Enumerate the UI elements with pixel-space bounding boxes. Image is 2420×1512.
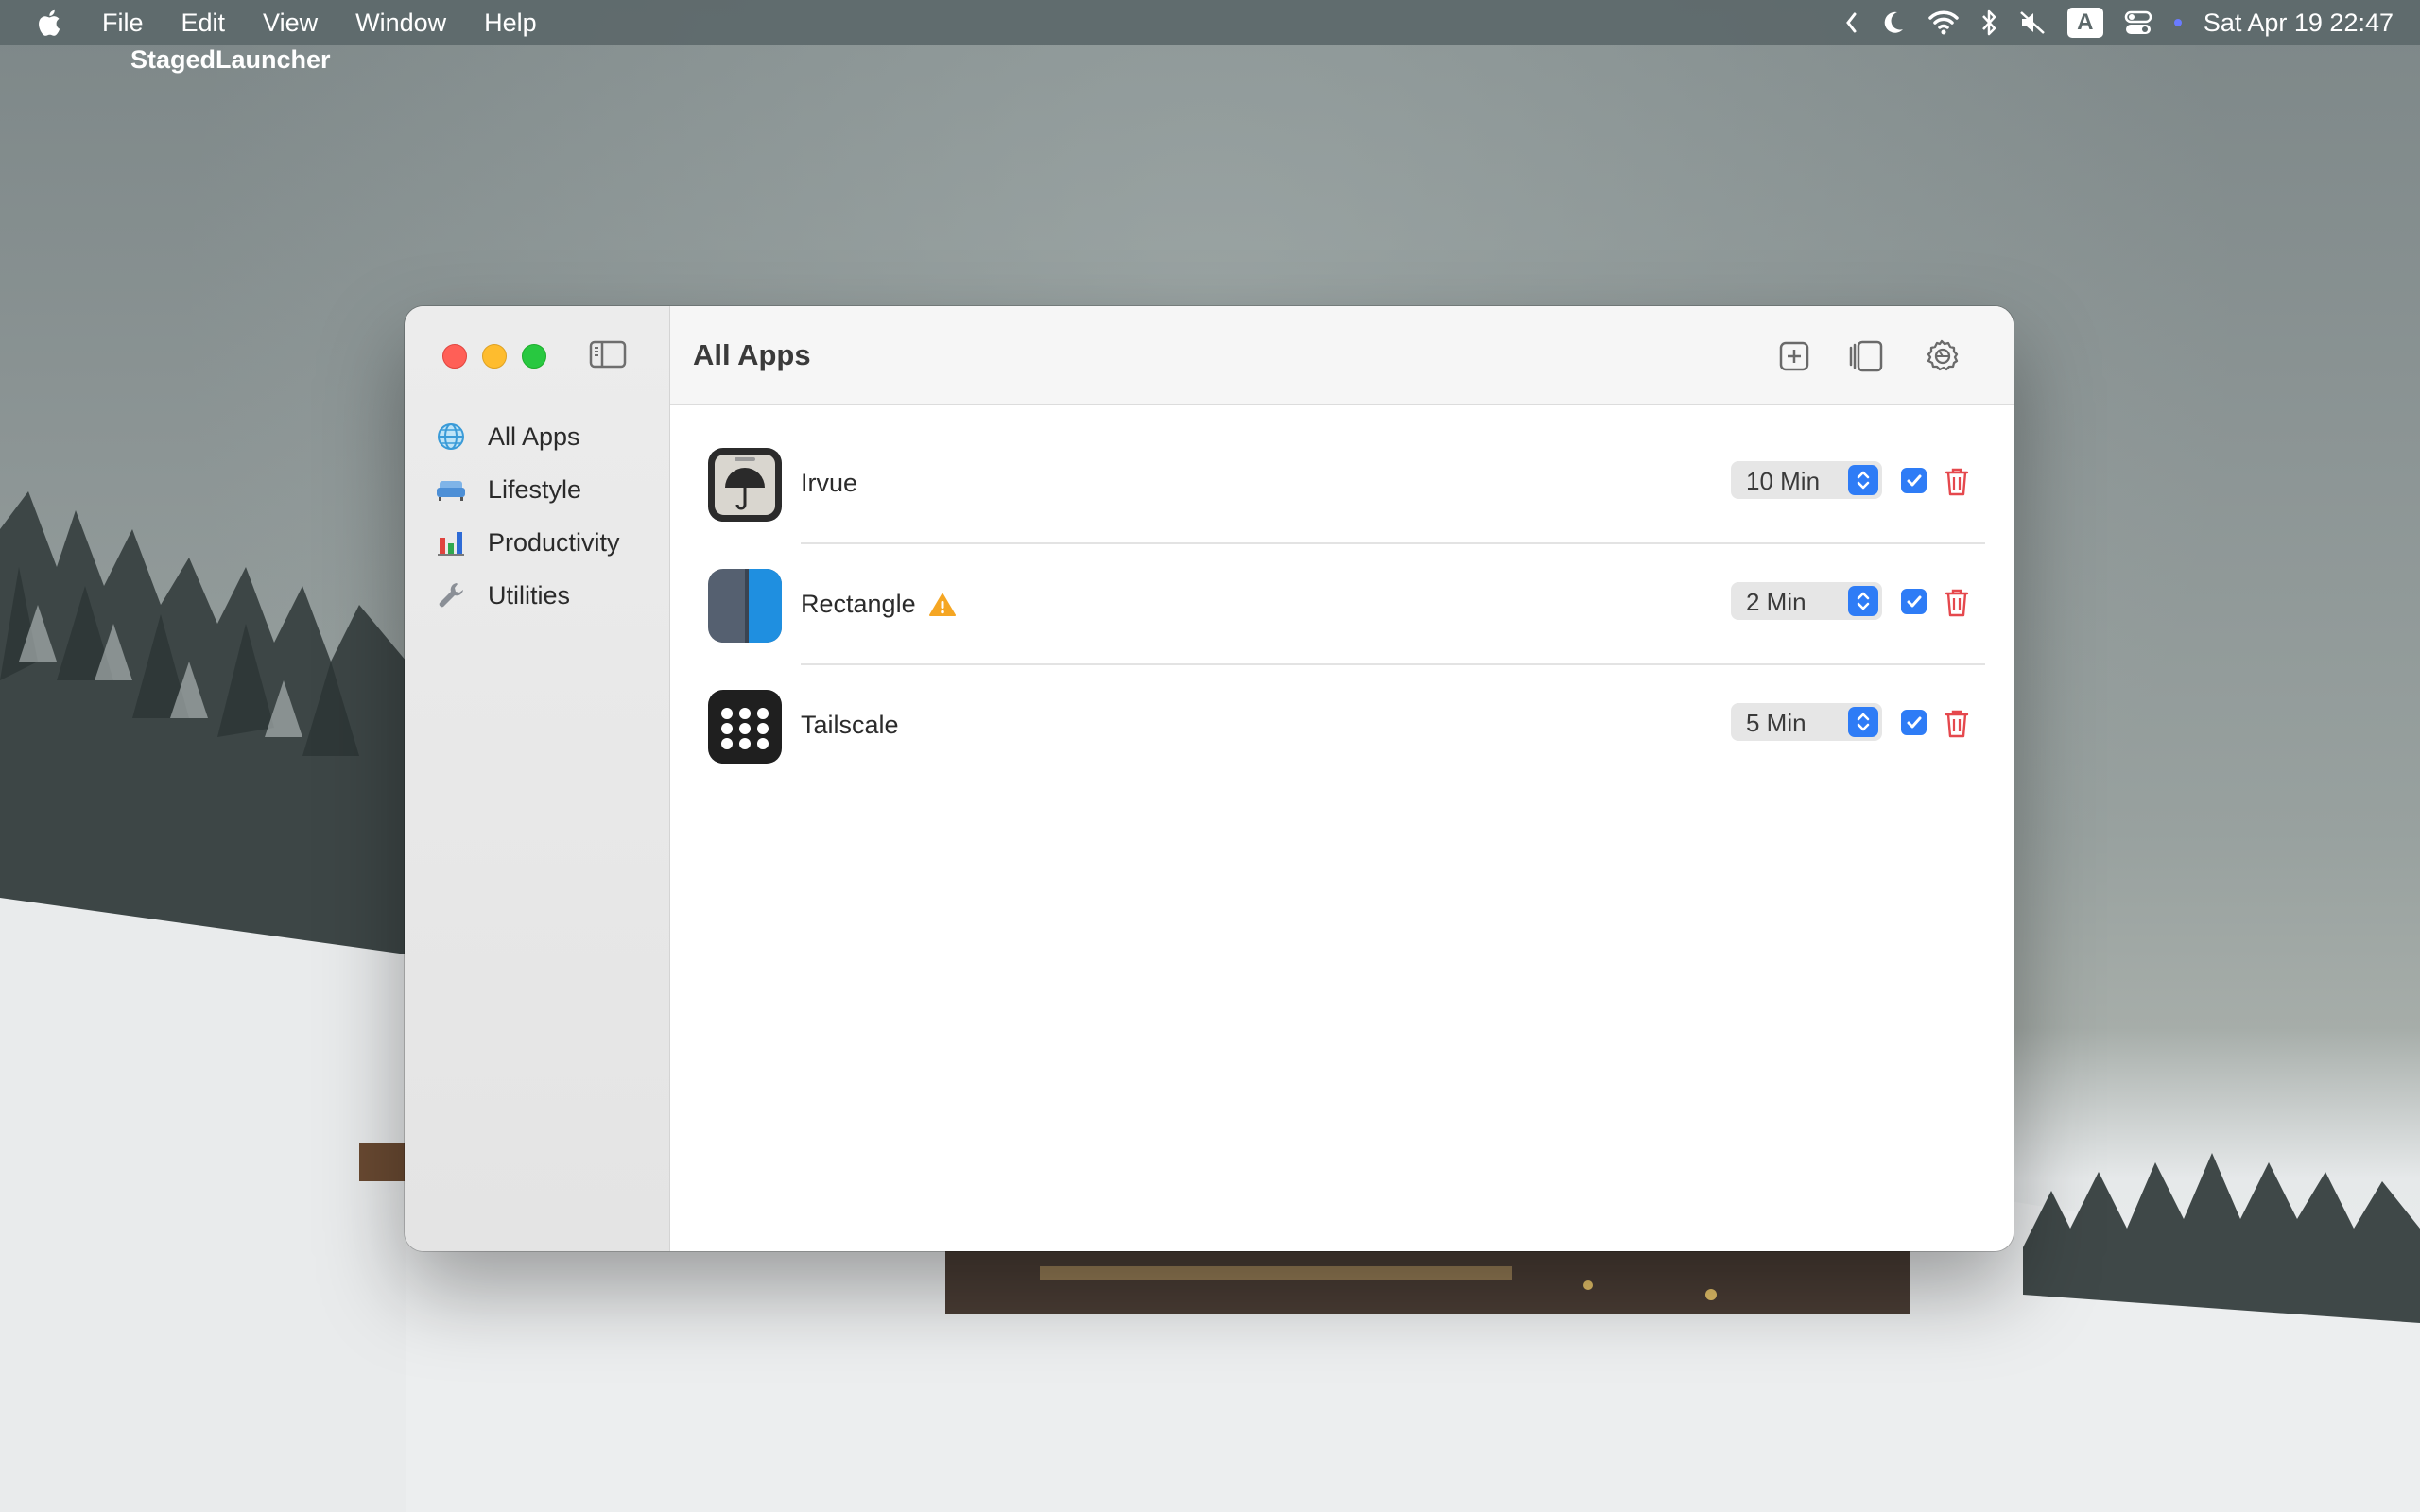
enabled-checkbox[interactable]	[1901, 468, 1927, 493]
sidebar-item-utilities[interactable]: Utilities	[405, 569, 669, 622]
sidebar-nav: All Apps Lifestyle Productivity Utilitie…	[405, 410, 669, 622]
app-name-text: Irvue	[801, 469, 858, 497]
minimize-window-button[interactable]	[482, 344, 507, 369]
app-name: Tailscale	[801, 711, 899, 740]
chevron-up-down-icon[interactable]	[1848, 586, 1878, 616]
moon-icon[interactable]	[1878, 9, 1907, 37]
window-controls	[442, 344, 546, 369]
delay-value: 10 Min	[1746, 467, 1821, 495]
menu-help[interactable]: Help	[484, 9, 537, 38]
speaker-muted-icon[interactable]	[2018, 9, 2047, 36]
wifi-icon[interactable]	[1927, 9, 1960, 36]
menu-file[interactable]: File	[102, 9, 144, 38]
app-name-text: Rectangle	[801, 590, 916, 618]
input-source-badge[interactable]: A	[2066, 8, 2103, 38]
globe-icon	[435, 421, 467, 453]
main-content: All Apps Irvue 10 Min Rectangle 2 Min Ta…	[670, 306, 2014, 1251]
checkmark-icon	[1907, 595, 1921, 607]
app-row-irvue[interactable]: Irvue 10 Min	[670, 423, 2014, 544]
zoom-window-button[interactable]	[522, 344, 546, 369]
app-row-rectangle[interactable]: Rectangle 2 Min	[670, 544, 2014, 665]
sidebar-toggle-icon[interactable]	[588, 338, 628, 370]
app-name-text: Tailscale	[801, 711, 899, 739]
app-row-tailscale[interactable]: Tailscale 5 Min	[670, 665, 2014, 786]
bar-chart-icon	[435, 526, 467, 558]
control-center-icon[interactable]	[2124, 9, 2152, 36]
sidebar-right-icon	[1849, 340, 1883, 372]
menu-view[interactable]: View	[263, 9, 318, 38]
rectangle-app-icon	[708, 569, 782, 643]
menu-bar: StagedLauncher File Edit View Window Hel…	[0, 0, 2420, 74]
trash-icon[interactable]	[1943, 465, 1971, 497]
trash-icon[interactable]	[1943, 707, 1971, 739]
settings-gear-icon	[1927, 339, 1959, 371]
warning-icon[interactable]	[928, 593, 956, 617]
irvue-app-icon	[708, 448, 782, 522]
toggle-inspector-button[interactable]	[1847, 336, 1887, 376]
sidebar-item-all-apps[interactable]: All Apps	[405, 410, 669, 463]
page-title: All Apps	[693, 338, 811, 371]
chevron-left-icon[interactable]	[1844, 11, 1858, 34]
checkmark-icon	[1907, 716, 1921, 728]
add-icon	[1779, 341, 1809, 371]
trash-icon[interactable]	[1943, 586, 1971, 618]
toolbar: All Apps	[670, 306, 2014, 405]
menubar-clock[interactable]: Sat Apr 19 22:47	[2204, 9, 2394, 38]
apple-logo-icon[interactable]	[38, 8, 64, 38]
delay-stepper[interactable]: 10 Min	[1731, 461, 1882, 499]
tailscale-app-icon	[708, 690, 782, 764]
sidebar-item-productivity[interactable]: Productivity	[405, 516, 669, 569]
delay-value: 2 Min	[1746, 588, 1806, 616]
enabled-checkbox[interactable]	[1901, 710, 1927, 735]
checkmark-icon	[1907, 474, 1921, 486]
settings-button[interactable]	[1922, 336, 1962, 376]
chevron-up-down-icon[interactable]	[1848, 707, 1878, 737]
menu-window[interactable]: Window	[355, 9, 446, 38]
app-name: Rectangle	[801, 590, 956, 619]
sidebar-item-lifestyle[interactable]: Lifestyle	[405, 463, 669, 516]
enabled-checkbox[interactable]	[1901, 589, 1927, 614]
chevron-up-down-icon[interactable]	[1848, 465, 1878, 495]
delay-stepper[interactable]: 2 Min	[1731, 582, 1882, 620]
sidebar-item-label: Productivity	[488, 527, 620, 557]
close-window-button[interactable]	[442, 344, 467, 369]
sidebar-item-label: Utilities	[488, 580, 571, 610]
menu-edit[interactable]: Edit	[182, 9, 226, 38]
recording-dot-icon	[2173, 19, 2182, 26]
bluetooth-icon[interactable]	[1980, 9, 1997, 37]
wrench-icon	[435, 579, 467, 611]
delay-value: 5 Min	[1746, 709, 1806, 737]
sidebar-item-label: All Apps	[488, 421, 580, 451]
sofa-icon	[435, 473, 467, 506]
add-app-button[interactable]	[1774, 336, 1814, 376]
sidebar-item-label: Lifestyle	[488, 474, 582, 504]
sidebar: All Apps Lifestyle Productivity Utilitie…	[405, 306, 670, 1251]
app-name: Irvue	[801, 469, 857, 498]
app-window: All Apps Lifestyle Productivity Utilitie…	[405, 306, 2014, 1251]
menu-app-name[interactable]: StagedLauncher	[130, 45, 331, 75]
delay-stepper[interactable]: 5 Min	[1731, 703, 1882, 741]
